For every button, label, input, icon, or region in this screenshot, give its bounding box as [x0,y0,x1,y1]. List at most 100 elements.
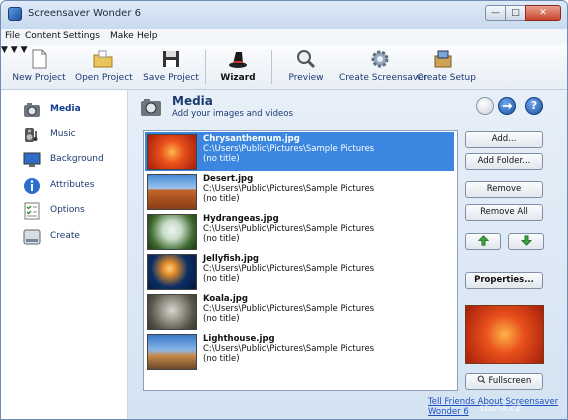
page-subtitle: Add your images and videos [172,109,293,119]
list-item[interactable]: Hydrangeas.jpg C:\Users\Public\Pictures\… [145,212,454,251]
menu-bar: File Content Settings Make Help [1,29,567,45]
sidebar-item-media[interactable]: Media [23,100,123,120]
list-item[interactable]: Desert.jpg C:\Users\Public\Pictures\Samp… [145,172,454,211]
save-project-button[interactable]: Save Project [143,45,199,89]
sidebar-item-options[interactable]: Options [23,201,123,221]
list-item[interactable]: Lighthouse.jpg C:\Users\Public\Pictures\… [145,332,454,371]
item-name: Chrysanthemum.jpg [203,134,300,144]
toolbar-separator [205,50,206,84]
create-setup-button[interactable]: Create Setup [417,45,476,89]
add-button[interactable]: Add... [465,131,543,148]
create-setup-label: Create Setup [417,73,476,83]
thumbnail-image [147,254,197,290]
item-name: Hydrangeas.jpg [203,214,279,224]
properties-button[interactable]: Properties... [465,272,543,289]
title-bar: Screensaver Wonder 6 — □ ✕ [1,1,567,29]
fullscreen-button[interactable]: Fullscreen [465,373,543,390]
monitor-icon [23,152,41,167]
remove-button[interactable]: Remove [465,181,543,198]
floppy-disk-icon [163,51,179,67]
magnifier-icon [297,50,316,69]
item-name: Lighthouse.jpg [203,334,275,344]
camera-icon [141,99,161,116]
new-document-icon [32,49,47,69]
save-project-label: Save Project [143,73,199,83]
thumbnail-image [147,214,197,250]
music-icon [25,128,38,142]
list-item[interactable]: Koala.jpg C:\Users\Public\Pictures\Sampl… [145,292,454,331]
menu-file[interactable]: File [5,31,20,41]
new-project-dropdown-icon[interactable]: ▼ [1,45,8,55]
toolbar: New Project ▼ Open Project ▼ Save Projec… [1,45,567,90]
move-down-button[interactable] [508,233,544,250]
sidebar-item-background[interactable]: Background [23,150,123,170]
wizard-button[interactable]: Wizard [213,45,263,89]
new-project-button[interactable]: New Project [11,45,67,89]
gear-icon [371,50,389,68]
thumbnail-image [147,174,197,210]
setup-box-icon [434,50,452,68]
forward-button[interactable] [498,97,516,115]
menu-settings[interactable]: Settings [63,31,100,41]
preview-label: Preview [288,73,324,83]
magnifier-icon [477,375,486,384]
item-title: (no title) [203,314,240,324]
preview-button[interactable]: Preview [281,45,331,89]
fullscreen-label: Fullscreen [488,376,532,386]
window-title: Screensaver Wonder 6 [28,8,141,19]
back-button[interactable] [476,97,494,115]
item-title: (no title) [203,154,240,164]
app-icon [8,7,22,21]
item-path: C:\Users\Public\Pictures\Sample Pictures [203,144,375,154]
sidebar-item-music[interactable]: Music [23,125,123,145]
wizard-hat-icon [229,52,247,68]
sidebar-item-label: Attributes [50,180,95,190]
sidebar-item-attributes[interactable]: Attributes [23,176,123,196]
arrow-down-icon [520,235,532,246]
list-item[interactable]: Chrysanthemum.jpg C:\Users\Public\Pictur… [145,132,454,171]
preview-image [465,305,544,364]
item-name: Desert.jpg [203,174,254,184]
add-folder-button[interactable]: Add Folder... [465,153,543,170]
item-path: C:\Users\Public\Pictures\Sample Pictures [203,224,375,234]
minimize-button[interactable]: — [485,5,506,21]
wizard-label: Wizard [220,73,256,83]
menu-make[interactable]: Make [110,31,134,41]
create-screensaver-button[interactable]: Create Screensaver [339,45,427,89]
remove-all-button[interactable]: Remove All [465,204,543,221]
sidebar-item-label: Options [50,205,85,215]
item-title: (no title) [203,354,240,364]
page-title: Media [172,94,213,108]
checklist-icon [24,202,40,220]
menu-content[interactable]: Content [25,31,61,41]
item-title: (no title) [203,194,240,204]
item-name: Koala.jpg [203,294,248,304]
item-title: (no title) [203,234,240,244]
new-project-label: New Project [12,73,66,83]
item-path: C:\Users\Public\Pictures\Sample Pictures [203,264,375,274]
open-project-button[interactable]: Open Project [75,45,133,89]
toolbar-separator [271,50,272,84]
maximize-button[interactable]: □ [505,5,526,21]
list-item[interactable]: Jellyfish.jpg C:\Users\Public\Pictures\S… [145,252,454,291]
help-button[interactable]: ? [525,97,543,115]
menu-help[interactable]: Help [137,31,158,41]
info-icon [24,178,40,194]
thumbnail-image [147,294,197,330]
sidebar-item-label: Music [50,129,76,139]
sidebar: Media Music Background Attributes Option… [1,90,128,419]
item-path: C:\Users\Public\Pictures\Sample Pictures [203,344,375,354]
move-up-button[interactable] [465,233,501,250]
sidebar-item-label: Background [50,154,104,164]
item-path: C:\Users\Public\Pictures\Sample Pictures [203,304,375,314]
close-button[interactable]: ✕ [525,5,561,21]
arrow-up-icon [477,235,489,246]
app-window: Screensaver Wonder 6 — □ ✕ File Content … [0,0,568,420]
sidebar-item-create[interactable]: Create [23,227,123,247]
thumbnail-image [147,134,197,170]
item-path: C:\Users\Public\Pictures\Sample Pictures [203,184,375,194]
disk-icon [23,229,41,245]
media-list[interactable]: Chrysanthemum.jpg C:\Users\Public\Pictur… [143,130,458,391]
folder-icon [93,50,113,68]
main-panel: Media Add your images and videos ? Chrys… [128,90,567,419]
